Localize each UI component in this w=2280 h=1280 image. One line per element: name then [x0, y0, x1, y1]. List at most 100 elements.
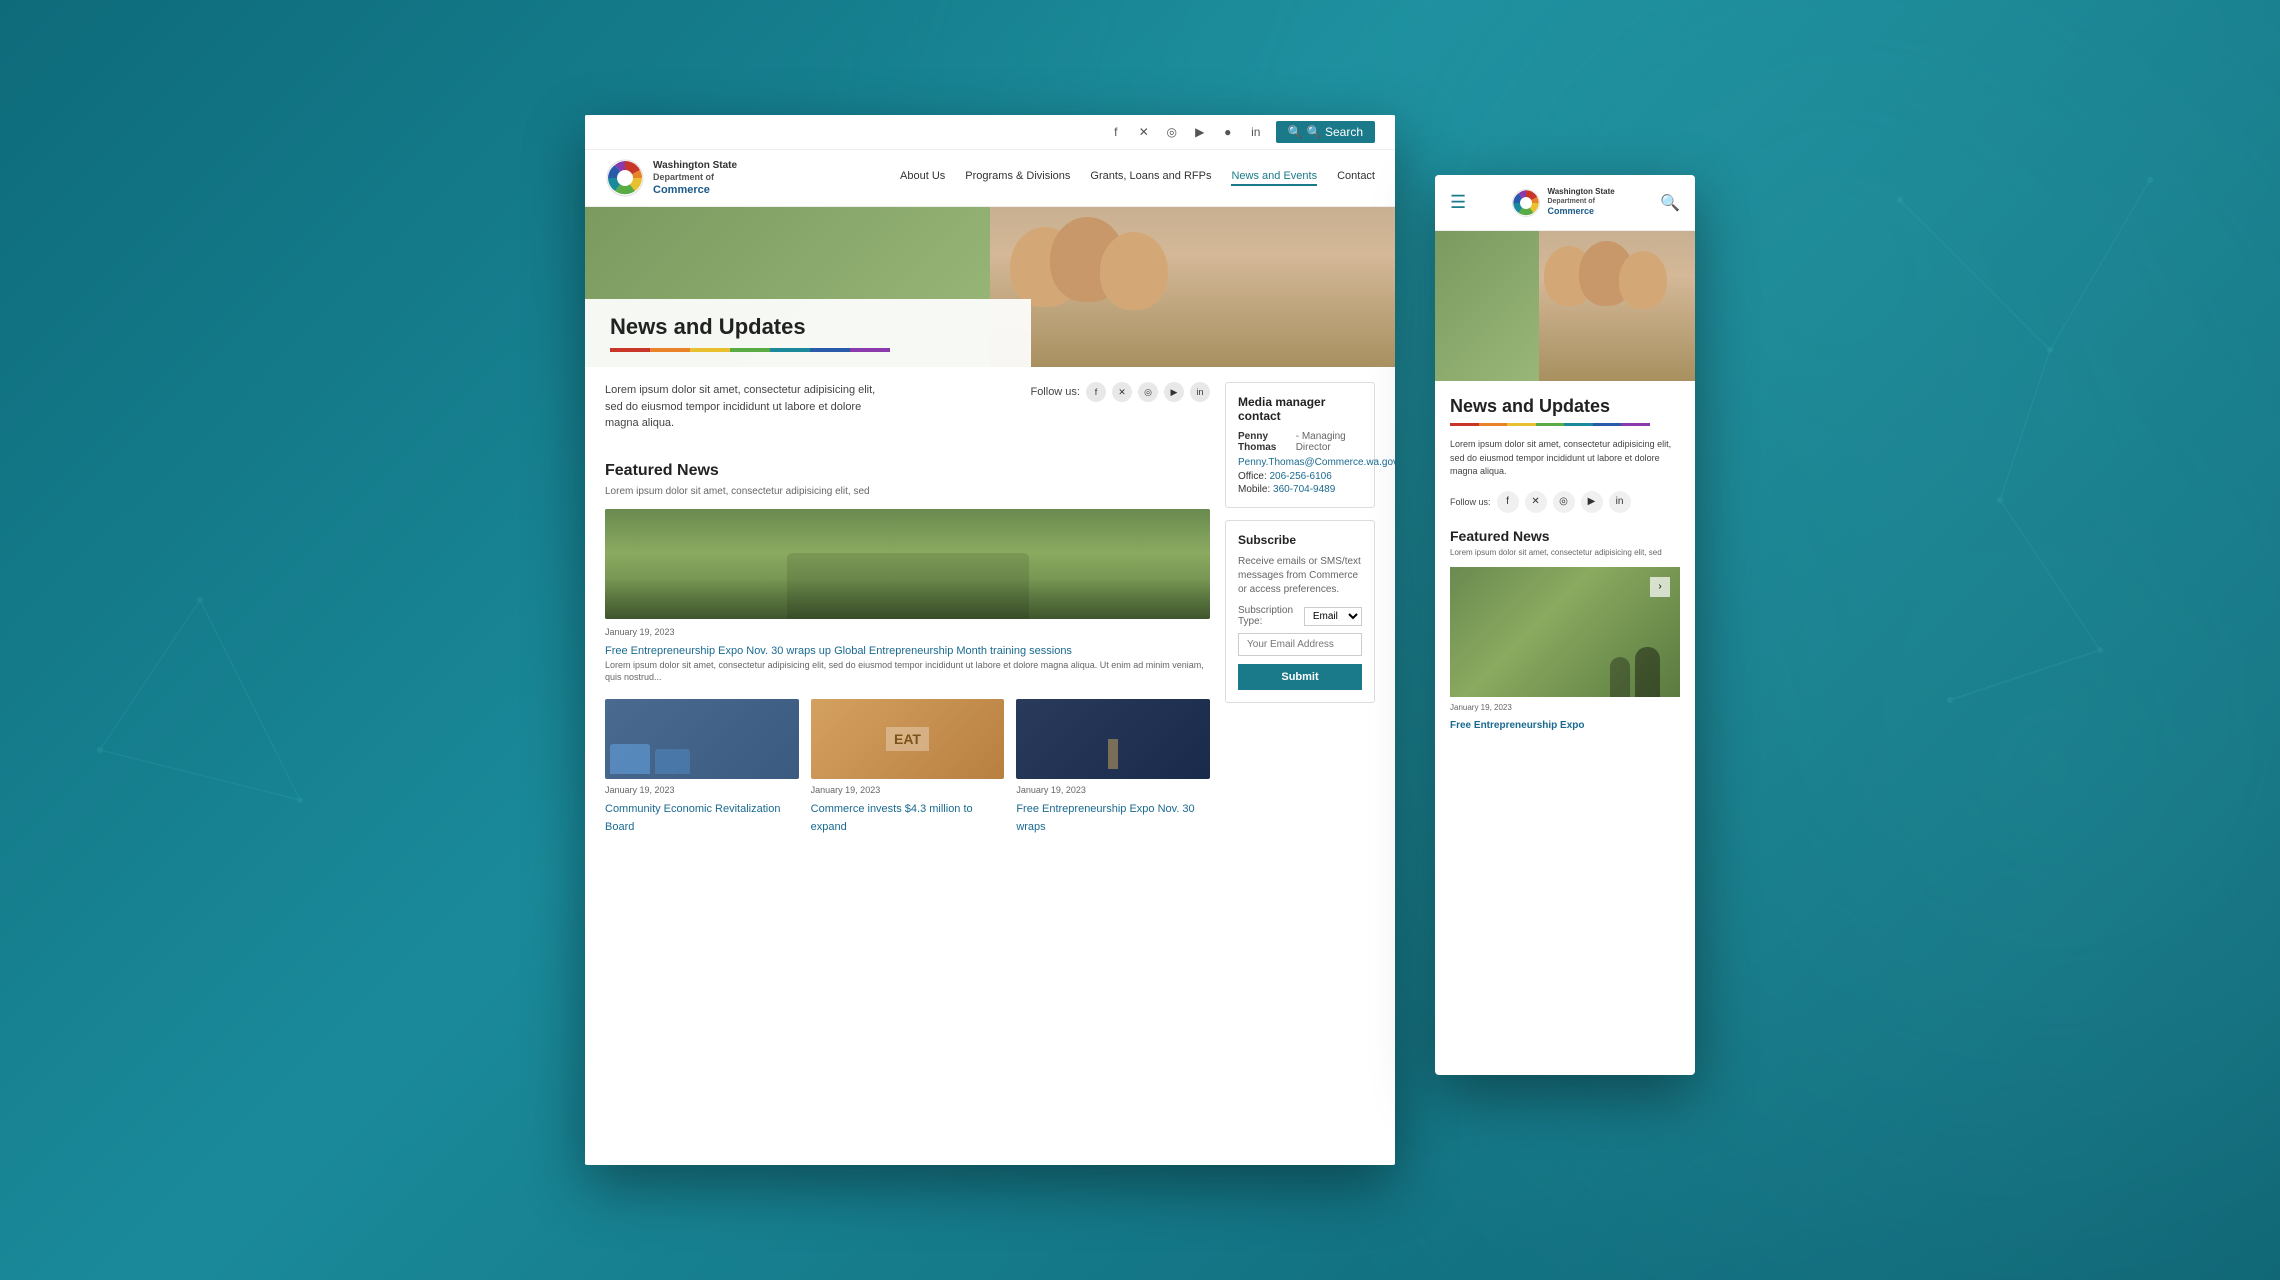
mobile-image-arrow: › — [1650, 577, 1670, 597]
main-content-area: Lorem ipsum dolor sit amet, consectetur … — [605, 382, 1210, 836]
subscription-type-row: Subscription Type: Email — [1238, 605, 1362, 627]
contact-name-role: Penny Thomas - Managing Director — [1238, 431, 1362, 453]
logo-text-block: Washington State Department of Commerce — [653, 159, 737, 198]
youtube-follow-icon[interactable]: ▶ — [1164, 382, 1184, 402]
grid-news-date-3: January 19, 2023 — [1016, 785, 1210, 795]
mobile-site-logo[interactable]: Washington State Department of Commerce — [1511, 187, 1614, 218]
nav-programs[interactable]: Programs & Divisions — [965, 170, 1070, 186]
hero-title-box: News and Updates — [585, 299, 1031, 367]
hamburger-menu-icon[interactable]: ☰ — [1450, 192, 1466, 213]
page-title: News and Updates — [610, 314, 1006, 340]
mobile-featured-news-subtitle: Lorem ipsum dolor sit amet, consectetur … — [1450, 548, 1680, 557]
commerce-logo-icon — [605, 158, 645, 198]
mobile-follow-label: Follow us: — [1450, 497, 1491, 507]
mobile-featured-news-title: Featured News — [1450, 528, 1680, 544]
featured-news-subtitle: Lorem ipsum dolor sit amet, consectetur … — [605, 486, 1210, 497]
mobile-instagram-icon[interactable]: ◎ — [1553, 491, 1575, 513]
top-social-bar: f ✕ ◎ ▶ ● in 🔍 🔍 Search — [585, 115, 1395, 150]
mobile-search-icon[interactable]: 🔍 — [1660, 193, 1680, 213]
twitter-follow-icon[interactable]: ✕ — [1112, 382, 1132, 402]
instagram-follow-icon[interactable]: ◎ — [1138, 382, 1158, 402]
mobile-twitter-icon[interactable]: ✕ — [1525, 491, 1547, 513]
linkedin-follow-icon[interactable]: in — [1190, 382, 1210, 402]
subscribe-title: Subscribe — [1238, 533, 1362, 547]
desktop-browser: f ✕ ◎ ▶ ● in 🔍 🔍 Search — [585, 115, 1395, 1165]
follow-label: Follow us: — [1030, 386, 1080, 398]
mobile-page-title: News and Updates — [1450, 396, 1680, 417]
site-logo[interactable]: Washington State Department of Commerce — [605, 158, 737, 198]
youtube-icon[interactable]: ▶ — [1192, 124, 1208, 140]
grid-news-link-2[interactable]: Commerce invests $4.3 million to expand — [811, 803, 973, 833]
mobile-content-area: News and Updates Lorem ipsum dolor sit a… — [1435, 381, 1695, 748]
mobile-phone[interactable]: 360-704-9489 — [1273, 484, 1335, 495]
mobile-commerce-logo-icon — [1511, 188, 1541, 218]
grid-news-item-3: January 19, 2023 Free Entrepreneurship E… — [1016, 699, 1210, 836]
grid-news-date-2: January 19, 2023 — [811, 785, 1005, 795]
featured-news-link[interactable]: Free Entrepreneurship Expo Nov. 30 wraps… — [605, 645, 1072, 657]
subscribe-card: Subscribe Receive emails or SMS/text mes… — [1225, 520, 1375, 703]
mobile-news-date: January 19, 2023 — [1450, 703, 1680, 712]
grid-news-item-1: January 19, 2023 Community Economic Revi… — [605, 699, 799, 836]
mobile-header: ☰ Washington State Department of Comm — [1435, 175, 1695, 231]
mobile-hero-image — [1539, 231, 1695, 381]
facebook-icon[interactable]: f — [1108, 124, 1124, 140]
office-phone[interactable]: 206-256-6106 — [1270, 471, 1332, 482]
email-input[interactable] — [1238, 633, 1362, 656]
contact-mobile: Mobile: 360-704-9489 — [1238, 484, 1362, 495]
grid-news-link-1[interactable]: Community Economic Revitalization Board — [605, 803, 780, 833]
flickr-icon[interactable]: ● — [1220, 124, 1236, 140]
contact-office: Office: 206-256-6106 — [1238, 471, 1362, 482]
grid-news-image-3 — [1016, 699, 1210, 779]
grid-news-image-1 — [605, 699, 799, 779]
instagram-icon[interactable]: ◎ — [1164, 124, 1180, 140]
subscription-type-select[interactable]: Email — [1304, 607, 1362, 626]
subscription-type-label: Subscription Type: — [1238, 605, 1304, 627]
hero-image — [990, 207, 1395, 367]
media-contact-title: Media manager contact — [1238, 395, 1362, 423]
intro-section: Lorem ipsum dolor sit amet, consectetur … — [605, 382, 1210, 447]
twitter-x-icon[interactable]: ✕ — [1136, 124, 1152, 140]
hero-image-section: News and Updates — [585, 207, 1395, 367]
featured-news-excerpt: Lorem ipsum dolor sit amet, consectetur … — [605, 659, 1210, 684]
color-divider — [610, 348, 890, 352]
mobile-intro-paragraph: Lorem ipsum dolor sit amet, consectetur … — [1450, 438, 1680, 479]
mobile-label: Mobile: — [1238, 484, 1270, 495]
search-button[interactable]: 🔍 🔍 Search — [1276, 121, 1375, 143]
search-icon: 🔍 — [1288, 125, 1303, 139]
sidebar-area: Media manager contact Penny Thomas - Man… — [1225, 382, 1375, 836]
contact-email-link[interactable]: Penny.Thomas@Commerce.wa.gov — [1238, 457, 1362, 468]
follow-us-section: Follow us: f ✕ ◎ ▶ in — [1030, 382, 1210, 402]
mobile-browser: ☰ Washington State Department of Comm — [1435, 175, 1695, 1075]
search-label: 🔍 Search — [1307, 125, 1363, 139]
mobile-linkedin-icon[interactable]: in — [1609, 491, 1631, 513]
facebook-follow-icon[interactable]: f — [1086, 382, 1106, 402]
mobile-logo-text-block: Washington State Department of Commerce — [1547, 187, 1614, 218]
contact-name: Penny Thomas — [1238, 431, 1292, 453]
mobile-follow-section: Follow us: f ✕ ◎ ▶ in — [1450, 491, 1680, 513]
nav-grants[interactable]: Grants, Loans and RFPs — [1090, 170, 1211, 186]
grid-news-link-3[interactable]: Free Entrepreneurship Expo Nov. 30 wraps — [1016, 803, 1194, 833]
subscribe-description: Receive emails or SMS/text messages from… — [1238, 555, 1362, 597]
grid-news-image-2: EAT — [811, 699, 1005, 779]
media-contact-card: Media manager contact Penny Thomas - Man… — [1225, 382, 1375, 508]
mobile-hero-section — [1435, 231, 1695, 381]
linkedin-icon[interactable]: in — [1248, 124, 1264, 140]
nav-news[interactable]: News and Events — [1231, 170, 1317, 186]
submit-button[interactable]: Submit — [1238, 664, 1362, 690]
contact-role: - Managing Director — [1296, 431, 1362, 453]
nav-contact[interactable]: Contact — [1337, 170, 1375, 186]
featured-news-date: January 19, 2023 — [605, 627, 1210, 637]
office-label: Office: — [1238, 471, 1267, 482]
grid-news-item-2: EAT January 19, 2023 Commerce invests $4… — [811, 699, 1005, 836]
mobile-color-divider — [1450, 423, 1650, 426]
mobile-facebook-icon[interactable]: f — [1497, 491, 1519, 513]
featured-news-image — [605, 509, 1210, 619]
intro-paragraph: Lorem ipsum dolor sit amet, consectetur … — [605, 382, 885, 432]
mobile-news-link[interactable]: Free Entrepreneurship Expo — [1450, 720, 1584, 731]
mobile-featured-image: › — [1450, 567, 1680, 697]
mobile-youtube-icon[interactable]: ▶ — [1581, 491, 1603, 513]
nav-about[interactable]: About Us — [900, 170, 945, 186]
news-grid: January 19, 2023 Community Economic Revi… — [605, 699, 1210, 836]
featured-news-title: Featured News — [605, 462, 1210, 480]
grid-news-date-1: January 19, 2023 — [605, 785, 799, 795]
